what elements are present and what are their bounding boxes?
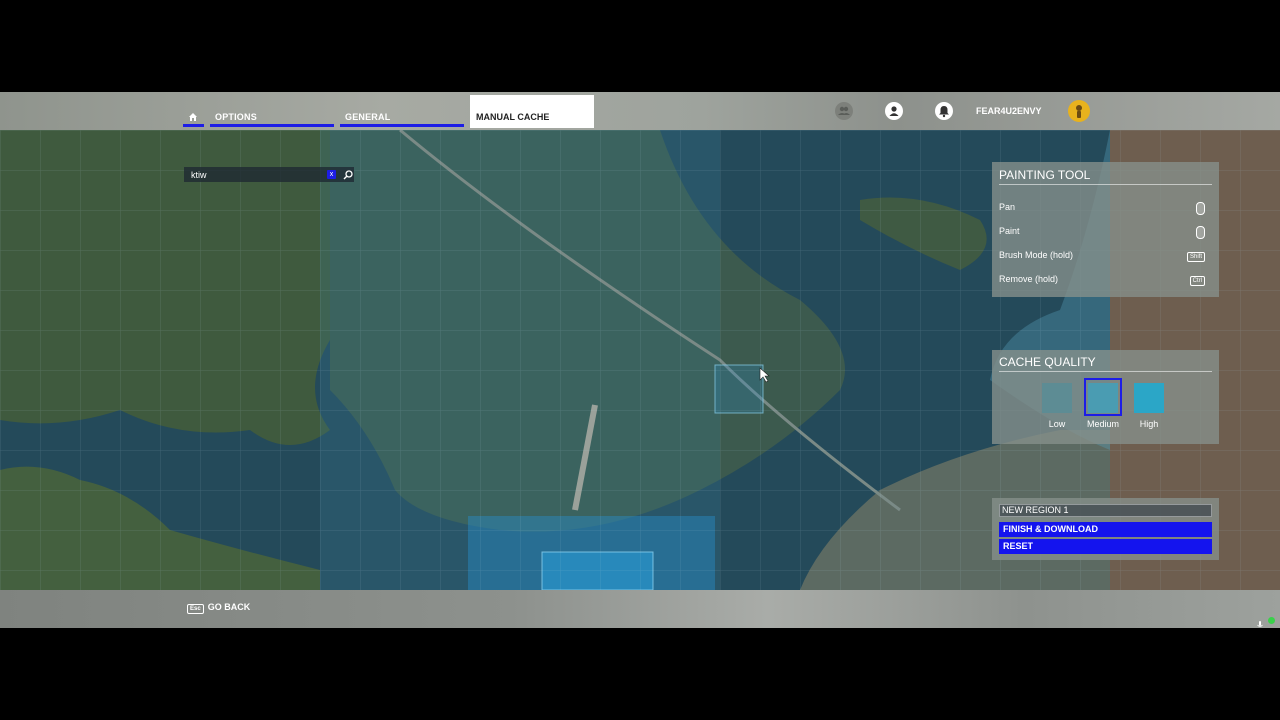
nav-home-underline — [183, 124, 204, 127]
nav-options[interactable]: OPTIONS — [210, 92, 334, 130]
ctrl-key: Ctrl — [1189, 276, 1205, 286]
nav-general[interactable]: GENERAL — [340, 92, 464, 130]
tool-row-label: Brush Mode (hold) — [999, 250, 1074, 260]
friends-icon[interactable] — [835, 102, 853, 120]
tool-row-label: Pan — [999, 202, 1016, 212]
home-icon — [189, 113, 197, 121]
clear-search-button[interactable]: x — [327, 170, 336, 179]
profile-icon[interactable] — [885, 102, 903, 120]
tool-row-label: Remove (hold) — [999, 274, 1059, 284]
tool-row-paint: Paint — [999, 226, 1205, 240]
go-back-button[interactable]: Esc GO BACK — [187, 602, 250, 614]
region-name-field[interactable]: NEW REGION 1 — [999, 504, 1212, 517]
panel-divider — [999, 184, 1212, 185]
esc-key: Esc — [187, 604, 204, 614]
search-input[interactable] — [188, 167, 330, 182]
quality-low-option[interactable] — [1042, 383, 1072, 413]
tool-row-pan: Pan — [999, 202, 1205, 216]
nav-manual-cache[interactable]: MANUAL CACHE — [470, 95, 594, 128]
region-panel: NEW REGION 1 FINISH & DOWNLOAD RESET — [992, 498, 1219, 560]
username[interactable]: FEAR4U2ENVY — [976, 106, 1042, 116]
finish-download-button[interactable]: FINISH & DOWNLOAD — [999, 522, 1212, 537]
reset-button[interactable]: RESET — [999, 539, 1212, 554]
letterbox-top — [0, 0, 1280, 92]
cache-quality-panel: CACHE QUALITY Low Medium High — [992, 350, 1219, 444]
quality-medium-label: Medium — [1086, 419, 1119, 429]
cache-quality-title: CACHE QUALITY — [999, 355, 1096, 369]
nav-general-label: GENERAL — [345, 112, 391, 122]
tool-row-remove: Remove (hold) Ctrl — [999, 274, 1205, 288]
tool-row-label: Paint — [999, 226, 1020, 236]
shift-key: Shift — [1186, 252, 1205, 262]
search-icon[interactable] — [342, 168, 354, 180]
nav-options-label: OPTIONS — [215, 112, 257, 122]
bell-icon[interactable] — [935, 102, 953, 120]
quality-high-label: High — [1139, 419, 1159, 429]
microphone-icon — [1256, 616, 1264, 627]
quality-medium-option[interactable] — [1088, 383, 1118, 413]
nav-manual-cache-label: MANUAL CACHE — [476, 112, 550, 122]
mouse-right-icon — [1196, 226, 1205, 239]
letterbox-bottom — [0, 628, 1280, 720]
avatar-icon[interactable] — [1068, 100, 1090, 122]
quality-low-label: Low — [1048, 419, 1066, 429]
tool-row-brush: Brush Mode (hold) Shift — [999, 250, 1205, 264]
painting-tool-title: PAINTING TOOL — [999, 168, 1091, 182]
mouse-left-icon — [1196, 202, 1205, 215]
painting-tool-panel: PAINTING TOOL Pan Paint Brush Mode (hold… — [992, 162, 1219, 297]
go-back-label: GO BACK — [207, 602, 251, 612]
nav-home[interactable] — [183, 92, 204, 130]
quality-high-option[interactable] — [1134, 383, 1164, 413]
nav-general-underline — [340, 124, 464, 127]
status-indicator-icon — [1268, 617, 1275, 624]
nav-options-underline — [210, 124, 334, 127]
panel-divider — [999, 371, 1212, 372]
